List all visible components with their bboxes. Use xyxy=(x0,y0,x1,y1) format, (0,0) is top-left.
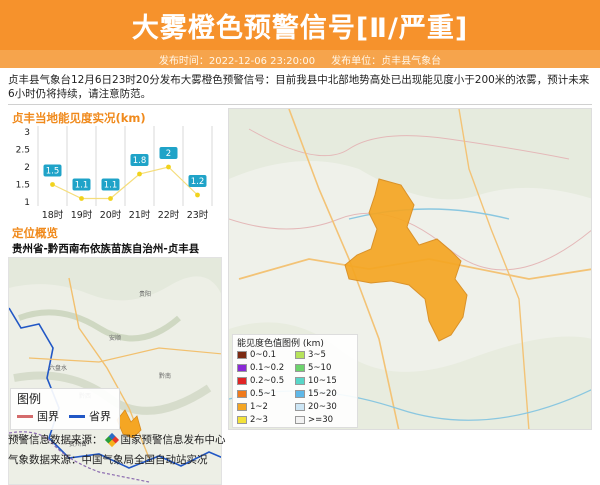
visibility-legend-item: 0.1~0.2 xyxy=(237,362,284,373)
visibility-legend: 能见度色值图例 (km) 0~0.1 0.1~0.2 0.2~0.5 0.5~1 1~2… xyxy=(232,334,358,428)
color-swatch-icon xyxy=(237,389,247,398)
color-swatch-icon xyxy=(237,350,247,359)
weather-source: 气象数据来源：中国气象局全国自动站实况 xyxy=(8,452,208,467)
visibility-legend-label: 3~5 xyxy=(308,349,326,360)
visibility-legend-label: 20~30 xyxy=(308,401,337,412)
visibility-legend-item: 1~2 xyxy=(237,401,268,412)
visibility-legend-item: 0~0.1 xyxy=(237,349,276,360)
visibility-legend-title: 能见度色值图例 (km) xyxy=(237,339,324,349)
visibility-legend-label: 0.2~0.5 xyxy=(250,375,285,386)
page-title: 大雾橙色预警信号[Ⅱ/严重] xyxy=(131,12,469,44)
visibility-legend-item: 3~5 xyxy=(295,349,326,360)
data-point xyxy=(79,196,84,201)
visibility-legend-item: 0.5~1 xyxy=(237,388,276,399)
visibility-legend-item: 20~30 xyxy=(295,401,337,412)
data-label: 1.8 xyxy=(133,156,147,166)
color-swatch-icon xyxy=(237,402,247,411)
national-border-line-icon xyxy=(17,414,33,418)
x-tick-label: 21时 xyxy=(129,209,151,221)
map-label-anshun: 安顺 xyxy=(109,334,121,342)
visibility-legend-label: 5~10 xyxy=(308,362,332,373)
data-point xyxy=(50,182,55,187)
x-tick-label: 18时 xyxy=(42,209,64,221)
legend-national-border: 国界 xyxy=(17,408,59,424)
data-label: 2 xyxy=(166,149,171,159)
data-label: 1.5 xyxy=(46,167,60,177)
national-border-label: 国界 xyxy=(37,410,59,423)
y-tick-label: 2.5 xyxy=(16,146,30,156)
data-point xyxy=(108,196,113,201)
weather-source-text: 气象数据来源：中国气象局全国自动站实况 xyxy=(8,454,208,466)
data-label: 1.1 xyxy=(75,181,89,191)
visibility-legend-label: 0~0.1 xyxy=(250,349,277,360)
data-point xyxy=(195,192,200,198)
left-panel: 贞丰当地能见度实况(km) 1 1.5 2 2.5 3 1.5 18时 1.1 19时 1.1 20… xyxy=(8,108,222,485)
location-title: 定位概览 xyxy=(12,226,58,240)
color-swatch-icon xyxy=(237,376,247,385)
color-swatch-icon xyxy=(295,376,305,385)
visibility-legend-label: 10~15 xyxy=(308,375,337,386)
warning-source: 预警信息数据来源： 国家预警信息发布中心 xyxy=(8,432,226,447)
province-border-label: 省界 xyxy=(89,410,111,423)
publish-time: 发布时间：2022-12-06 23:20:00 xyxy=(158,55,316,67)
header-bar: 大雾橙色预警信号[Ⅱ/严重] xyxy=(0,0,600,50)
divider xyxy=(8,104,592,105)
map-label-liupanshui: 六盘水 xyxy=(49,364,67,372)
location-name: 贵州省-黔西南布依族苗族自治州-贞丰县 xyxy=(12,243,200,255)
overview-map-svg: 贵阳 安顺 黔南 六盘水 兴义 黔西 贵州省 xyxy=(9,258,221,484)
publish-info-bar: 发布时间：2022-12-06 23:20:00 发布单位：贞丰县气象台 xyxy=(0,50,600,68)
color-swatch-icon xyxy=(237,363,247,372)
publisher: 发布单位：贞丰县气象台 xyxy=(331,55,442,67)
overview-map[interactable]: 贵阳 安顺 黔南 六盘水 兴义 黔西 贵州省 xyxy=(8,257,222,485)
visibility-legend-item: 15~20 xyxy=(295,388,337,399)
visibility-legend-label: 1~2 xyxy=(250,401,268,412)
visibility-legend-label: 2~3 xyxy=(250,414,268,425)
data-label: 1.2 xyxy=(191,177,205,187)
color-swatch-icon xyxy=(295,363,305,372)
visibility-legend-item: 2~3 xyxy=(237,414,268,425)
visibility-legend-label: 0.5~1 xyxy=(250,388,277,399)
warning-source-label: 预警信息数据来源： xyxy=(8,434,103,446)
visibility-legend-label: >=30 xyxy=(308,414,334,425)
warning-source-name[interactable]: 国家预警信息发布中心 xyxy=(121,432,226,447)
visibility-legend-item: >=30 xyxy=(295,414,333,425)
map-label-guiyang: 贵阳 xyxy=(139,290,151,298)
visibility-legend-item: 5~10 xyxy=(295,362,331,373)
color-swatch-icon xyxy=(295,350,305,359)
warning-center-logo-icon xyxy=(104,432,119,447)
map-legend: 图例 国界 省界 xyxy=(10,388,120,430)
y-tick-label: 2 xyxy=(24,163,30,173)
map-legend-title: 图例 xyxy=(17,392,42,406)
visibility-chart-svg: 1 1.5 2 2.5 3 1.5 18时 1.1 19时 1.1 20时 1.8 21时 2 22时 1.2… xyxy=(16,126,213,221)
data-label: 1.1 xyxy=(104,181,118,191)
color-swatch-icon xyxy=(295,415,305,424)
x-tick-label: 23时 xyxy=(187,209,209,221)
visibility-legend-item: 0.2~0.5 xyxy=(237,375,284,386)
province-border-line-icon xyxy=(69,414,85,418)
y-tick-label: 3 xyxy=(24,128,30,138)
warning-description: 贞丰县气象台12月6日23时20分发布大雾橙色预警信号：目前我县中北部地势高处已… xyxy=(8,74,590,100)
visibility-legend-label: 0.1~0.2 xyxy=(250,362,285,373)
x-tick-label: 20时 xyxy=(100,209,122,221)
x-tick-label: 19时 xyxy=(71,209,93,221)
data-point xyxy=(166,164,171,170)
color-swatch-icon xyxy=(295,402,305,411)
y-tick-label: 1.5 xyxy=(16,181,30,191)
map-label-qiannan: 黔南 xyxy=(159,372,171,380)
data-point xyxy=(137,171,142,177)
visibility-legend-label: 15~20 xyxy=(308,388,337,399)
visibility-legend-item: 10~15 xyxy=(295,375,337,386)
x-tick-label: 22时 xyxy=(158,209,180,221)
legend-province-border: 省界 xyxy=(69,408,111,424)
visibility-chart: 贞丰当地能见度实况(km) 1 1.5 2 2.5 3 1.5 18时 1.1 19时 1.1 20… xyxy=(8,108,222,224)
color-swatch-icon xyxy=(237,415,247,424)
y-tick-label: 1 xyxy=(24,198,30,208)
color-swatch-icon xyxy=(295,389,305,398)
